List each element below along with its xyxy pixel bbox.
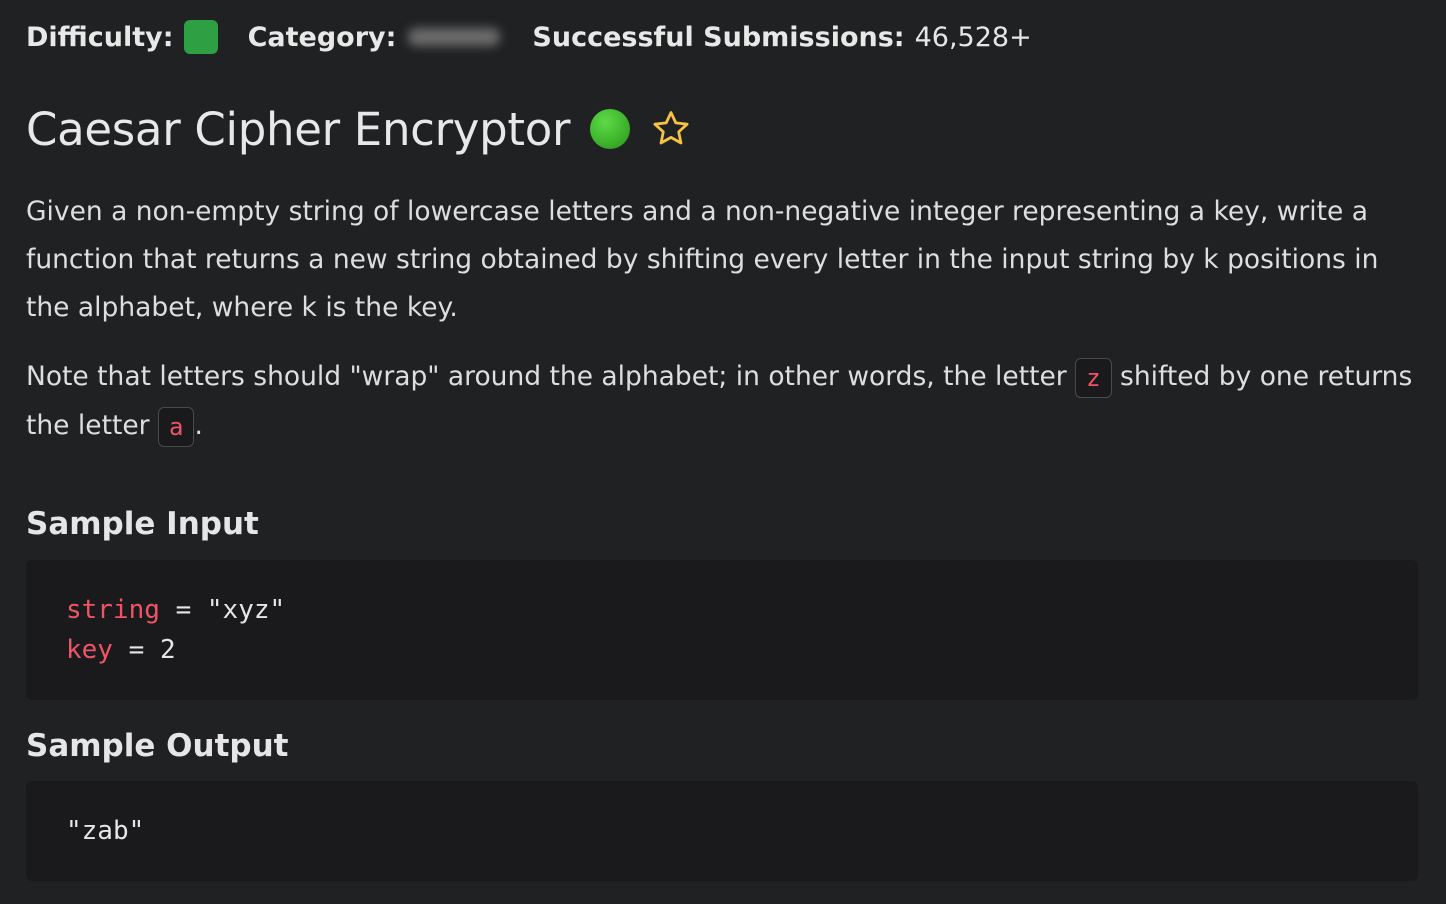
sample-output-heading: Sample Output	[26, 728, 289, 764]
inline-code-a: a	[157, 406, 195, 447]
code-line-string: string = "xyz"	[66, 590, 1418, 630]
category-label: Category:	[247, 21, 397, 53]
code-value: 2	[159, 635, 176, 665]
sample-output-code-block[interactable]: "zab"	[26, 781, 1418, 881]
problem-description: Given a non-empty string of lowercase le…	[26, 196, 1379, 323]
problem-note: Note that letters should "wrap" around t…	[26, 352, 1418, 450]
sample-input-code-block[interactable]: string = "xyz" key = 2	[26, 560, 1418, 700]
problem-meta-bar: Difficulty: Category: Successful Submiss…	[26, 16, 1032, 58]
code-var-name: string	[66, 595, 160, 625]
star-outline-icon[interactable]	[650, 108, 692, 150]
problem-page: Difficulty: Category: Successful Submiss…	[0, 0, 1446, 904]
title-row: Caesar Cipher Encryptor	[26, 98, 692, 160]
sample-input-heading: Sample Input	[26, 506, 259, 542]
inline-code-z: z	[1075, 357, 1112, 398]
page-title: Caesar Cipher Encryptor	[26, 102, 571, 156]
code-var-name: key	[66, 635, 113, 665]
code-value: "xyz"	[206, 595, 286, 625]
code-line-output: "zab"	[66, 816, 145, 846]
note-text-1: Note that letters should "wrap" around t…	[26, 361, 1076, 392]
difficulty-indicator	[183, 20, 218, 54]
category-value-hidden	[408, 28, 501, 46]
submissions-count: 46,528+	[914, 21, 1032, 53]
code-operator: =	[159, 595, 207, 625]
note-text-3: .	[194, 410, 203, 441]
status-dot-icon	[590, 109, 631, 149]
code-line-key: key = 2	[66, 630, 1418, 670]
code-operator: =	[112, 635, 160, 665]
difficulty-label: Difficulty:	[26, 21, 174, 53]
submissions-label: Successful Submissions:	[532, 21, 905, 53]
